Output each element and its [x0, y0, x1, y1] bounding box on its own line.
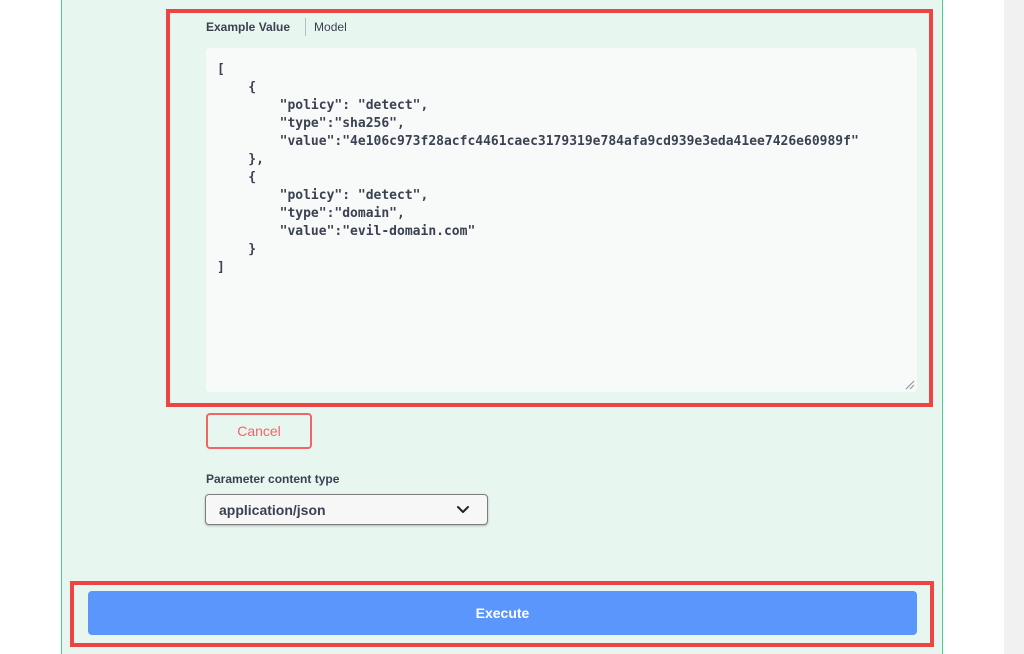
execute-highlight-frame [70, 581, 934, 647]
cancel-button[interactable]: Cancel [206, 413, 312, 449]
scrollbar-track[interactable] [1004, 0, 1024, 654]
content-type-select[interactable]: application/json [205, 494, 488, 525]
content-type-selected-value: application/json [219, 502, 326, 518]
editor-highlight-frame [166, 9, 933, 407]
chevron-down-icon [457, 506, 469, 513]
page: Example Value Model [ { "policy": "detec… [0, 0, 1024, 654]
parameter-content-type-label: Parameter content type [206, 472, 340, 486]
